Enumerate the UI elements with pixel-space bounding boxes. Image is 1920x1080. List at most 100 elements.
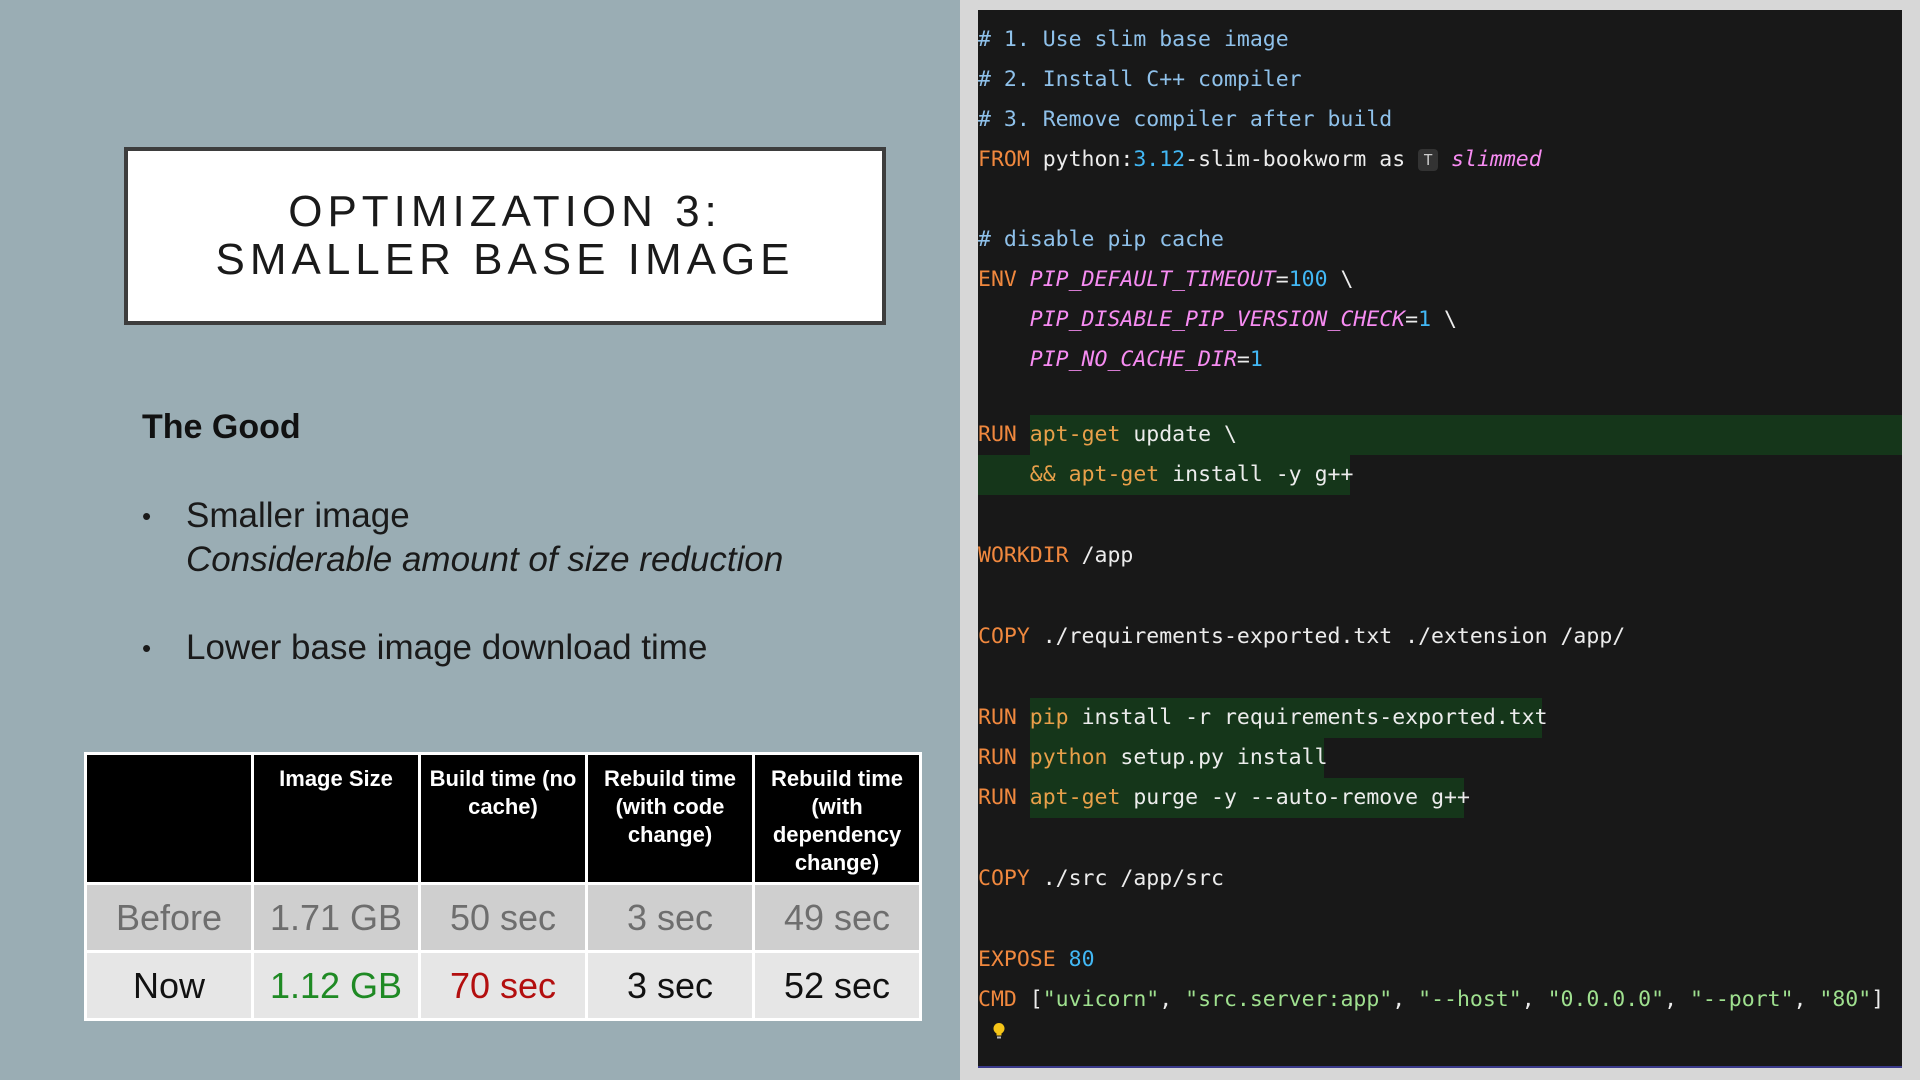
code-line: CMD ["uvicorn", "src.server:app", "--hos…	[978, 980, 1884, 1020]
table-cell: 3 sec	[585, 882, 755, 953]
code-line: RUN apt-get update \	[978, 415, 1237, 455]
code-token: &&	[1029, 462, 1056, 487]
code-token: "80"	[1819, 987, 1872, 1012]
code-token: \	[1327, 267, 1354, 292]
code-token: purge -y --auto-remove g++	[1120, 785, 1470, 810]
bullet-subtext: Considerable amount of size reduction	[186, 540, 784, 579]
table-cell: 49 sec	[752, 882, 922, 953]
code-token: pip	[1029, 705, 1069, 730]
code-token: "--host"	[1418, 987, 1522, 1012]
keyword: FROM	[978, 147, 1030, 172]
keyword: ENV	[978, 267, 1017, 292]
code-editor[interactable]: # 1. Use slim base image # 2. Install C+…	[978, 10, 1902, 1068]
code-token: 100	[1288, 267, 1328, 292]
code-token: ,	[1793, 987, 1820, 1012]
code-token: apt-get	[1029, 422, 1121, 447]
code-token: ,	[1521, 987, 1548, 1012]
code-line: # 3. Remove compiler after build	[978, 107, 1393, 132]
table-cell: 50 sec	[418, 882, 588, 953]
table-header-row: Image Size Build time (no cache) Rebuild…	[84, 752, 922, 885]
code-token: "--port"	[1689, 987, 1794, 1012]
code-token: -slim-bookworm as	[1185, 147, 1419, 172]
code-token: PIP_NO_CACHE_DIR	[1029, 347, 1237, 372]
code-line: && apt-get install -y g++	[978, 455, 1354, 495]
lightbulb-icon[interactable]	[992, 1022, 1006, 1040]
keyword: WORKDIR	[978, 543, 1069, 568]
code-token: "uvicorn"	[1042, 987, 1160, 1012]
row-label: Before	[84, 882, 254, 953]
code-token: slimmed	[1451, 147, 1542, 172]
section-heading: The Good	[142, 408, 301, 446]
code-line: PIP_DISABLE_PIP_VERSION_CHECK=1 \	[978, 300, 1457, 340]
code-token: "0.0.0.0"	[1547, 987, 1665, 1012]
table-header-cell: Rebuild time (with dependency change)	[752, 752, 922, 885]
code-token: "src.server:app"	[1185, 987, 1393, 1012]
slide-left-panel: OPTIMIZATION 3: SMALLER BASE IMAGE The G…	[0, 0, 960, 1080]
code-token: PIP_DISABLE_PIP_VERSION_CHECK	[1029, 307, 1406, 332]
slide-title-line-1: OPTIMIZATION 3:	[288, 187, 722, 236]
code-token: ./src /app/src	[1029, 866, 1224, 891]
code-token: ,	[1664, 987, 1690, 1012]
table-header-cell: Build time (no cache)	[418, 752, 588, 885]
code-line: COPY ./src /app/src	[978, 859, 1224, 899]
code-token: apt-get	[1029, 785, 1121, 810]
code-token: ./requirements-exported.txt ./extension …	[1029, 624, 1626, 649]
code-line: EXPOSE 80	[978, 940, 1095, 980]
keyword: RUN	[978, 422, 1017, 447]
code-token: python	[1029, 745, 1108, 770]
code-line: # disable pip cache	[978, 227, 1224, 252]
code-line: # 2. Install C++ compiler	[978, 67, 1302, 92]
bullet-text: Lower base image download time	[186, 628, 708, 667]
code-token: 3.12	[1133, 147, 1186, 172]
code-token: 1	[1249, 347, 1263, 372]
code-token: setup.py install	[1107, 745, 1328, 770]
table-cell: 1.12 GB	[251, 950, 421, 1021]
code-token: 1	[1418, 307, 1432, 332]
table-cell: 3 sec	[585, 950, 755, 1021]
code-token: ]	[1871, 987, 1885, 1012]
code-token: python:	[1029, 147, 1134, 172]
type-badge-icon: T	[1418, 149, 1439, 171]
code-line: PIP_NO_CACHE_DIR=1	[978, 340, 1263, 380]
code-token: =	[1405, 307, 1419, 332]
keyword: COPY	[978, 866, 1030, 891]
keyword: CMD	[978, 987, 1017, 1012]
code-line: FROM python:3.12-slim-bookworm as T slim…	[978, 140, 1542, 180]
bullet-dot: •	[142, 501, 152, 531]
code-token: ,	[1392, 987, 1419, 1012]
code-token: install -r requirements-exported.txt	[1068, 705, 1548, 730]
table-header-cell: Rebuild time (with code change)	[585, 752, 755, 885]
code-token: 80	[1068, 947, 1095, 972]
keyword: COPY	[978, 624, 1030, 649]
table-header-cell	[84, 752, 254, 885]
keyword: RUN	[978, 705, 1017, 730]
comparison-table: Image Size Build time (no cache) Rebuild…	[84, 752, 922, 1021]
table-cell: 52 sec	[752, 950, 922, 1021]
code-line: RUN python setup.py install	[978, 738, 1328, 778]
code-token: apt-get	[1068, 462, 1160, 487]
code-line: RUN pip install -r requirements-exported…	[978, 698, 1548, 738]
table-cell: 70 sec	[418, 950, 588, 1021]
code-token: install -y g++	[1159, 462, 1354, 487]
code-token: =	[1236, 347, 1250, 372]
table-cell: 1.71 GB	[251, 882, 421, 953]
code-token: /app	[1081, 543, 1134, 568]
code-line: COPY ./requirements-exported.txt ./exten…	[978, 617, 1625, 657]
keyword: RUN	[978, 785, 1017, 810]
bullet-dot: •	[142, 633, 152, 663]
table-header-cell: Image Size	[251, 752, 421, 885]
keyword: EXPOSE	[978, 947, 1056, 972]
code-token: =	[1275, 267, 1289, 292]
row-label: Now	[84, 950, 254, 1021]
slide-title-line-2: SMALLER BASE IMAGE	[215, 235, 795, 284]
table-row: Before 1.71 GB 50 sec 3 sec 49 sec	[84, 882, 922, 953]
code-line: # 1. Use slim base image	[978, 27, 1289, 52]
code-token: [	[1016, 987, 1043, 1012]
code-token: ,	[1159, 987, 1186, 1012]
code-line: WORKDIR /app	[978, 536, 1133, 576]
code-token: \	[1431, 307, 1457, 332]
code-token: update \	[1120, 422, 1237, 447]
code-line: RUN apt-get purge -y --auto-remove g++	[978, 778, 1470, 818]
table-row: Now 1.12 GB 70 sec 3 sec 52 sec	[84, 950, 922, 1021]
keyword: RUN	[978, 745, 1017, 770]
